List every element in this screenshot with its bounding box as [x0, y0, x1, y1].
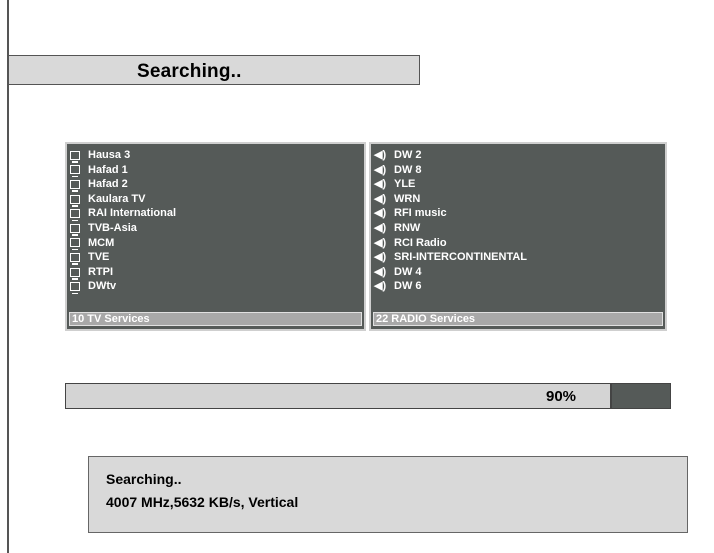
list-item[interactable]: MCM [67, 236, 364, 251]
list-item[interactable]: ◀) SRI-INTERCONTINENTAL [371, 250, 665, 265]
list-item[interactable]: ◀) YLE [371, 177, 665, 192]
list-item[interactable]: RTPI [67, 265, 364, 280]
speaker-icon: ◀) [374, 192, 387, 205]
radio-services-count: 22 RADIO Services [373, 312, 663, 326]
list-item[interactable]: ◀) DW 2 [371, 148, 665, 163]
list-item[interactable]: TVE [67, 250, 364, 265]
tv-icon [70, 194, 80, 207]
list-item[interactable]: ◀) DW 8 [371, 163, 665, 178]
list-item[interactable]: RAI International [67, 206, 364, 222]
tv-services-panel[interactable]: Hausa 3 Hafad 1 Hafad 2 Kaulara TV RAI I… [65, 142, 366, 331]
speaker-icon: ◀) [374, 178, 387, 191]
search-progress-bar: 90% [65, 383, 671, 409]
tv-icon [70, 238, 80, 251]
speaker-icon: ◀) [374, 251, 387, 264]
list-item[interactable]: ◀) DW 4 [371, 265, 665, 280]
speaker-icon: ◀) [374, 221, 387, 234]
radio-services-list: ◀) DW 2 ◀) DW 8 ◀) YLE ◀) WRN ◀) RFI music ◀)… [371, 144, 665, 294]
tv-icon [70, 223, 80, 236]
status-text: Searching.. [106, 471, 182, 487]
speaker-icon: ◀) [374, 149, 387, 161]
list-item[interactable]: ◀) WRN [371, 192, 665, 207]
list-item[interactable]: Hausa 3 [67, 148, 364, 163]
speaker-icon: ◀) [374, 280, 387, 293]
tv-icon [70, 252, 80, 265]
list-item[interactable]: Hafad 2 [67, 177, 364, 192]
list-item[interactable]: ◀) RFI music [371, 206, 665, 221]
list-item[interactable]: ◀) DW 6 [371, 279, 665, 294]
tv-icon [70, 209, 80, 222]
tv-icon [70, 150, 80, 163]
tv-services-list: Hausa 3 Hafad 1 Hafad 2 Kaulara TV RAI I… [67, 144, 364, 295]
page-title: Searching.. [137, 61, 242, 82]
tv-services-count: 10 TV Services [69, 312, 362, 326]
radio-services-panel[interactable]: ◀) DW 2 ◀) DW 8 ◀) YLE ◀) WRN ◀) RFI music ◀)… [369, 142, 667, 331]
tv-icon [70, 267, 80, 280]
list-item[interactable]: TVB-Asia [67, 221, 364, 236]
speaker-icon: ◀) [374, 163, 387, 176]
list-item[interactable]: ◀) RCI Radio [371, 236, 665, 251]
transponder-info: 4007 MHz,5632 KB/s, Vertical [106, 494, 299, 510]
speaker-icon: ◀) [374, 265, 387, 278]
list-item[interactable]: Hafad 1 [67, 163, 364, 178]
title-bar: Searching.. [8, 55, 420, 85]
tv-icon [70, 179, 80, 192]
list-item[interactable]: Kaulara TV [67, 192, 364, 207]
progress-fill [66, 384, 612, 408]
progress-percent: 90% [546, 388, 577, 405]
list-item[interactable]: DWtv [67, 279, 364, 295]
speaker-icon: ◀) [374, 207, 387, 220]
search-status-box: Searching.. 4007 MHz,5632 KB/s, Vertical [88, 456, 688, 533]
list-item[interactable]: ◀) RNW [371, 221, 665, 236]
tv-icon [70, 165, 80, 178]
speaker-icon: ◀) [374, 236, 387, 249]
tv-icon [70, 282, 80, 295]
